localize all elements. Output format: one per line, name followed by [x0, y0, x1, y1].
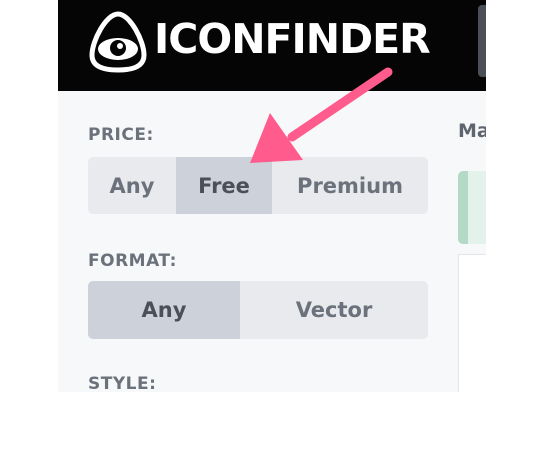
- format-filter: Any Vector: [88, 281, 428, 339]
- iconfinder-logo-icon[interactable]: [88, 11, 148, 73]
- format-option-any[interactable]: Any: [88, 281, 240, 339]
- iconfinder-page: ICONFINDER PRICE: Any Free Premium FORMA…: [58, 0, 486, 392]
- format-label: FORMAT:: [88, 251, 177, 271]
- content-card: [458, 254, 486, 392]
- price-label: PRICE:: [88, 125, 154, 145]
- format-option-vector[interactable]: Vector: [240, 281, 428, 339]
- price-option-any[interactable]: Any: [88, 157, 176, 214]
- style-label: STYLE:: [88, 374, 157, 392]
- price-filter: Any Free Premium: [88, 157, 428, 214]
- price-option-free[interactable]: Free: [176, 157, 272, 214]
- price-option-premium[interactable]: Premium: [272, 157, 428, 214]
- info-banner: [458, 171, 486, 244]
- header-button[interactable]: [478, 5, 486, 77]
- main-heading: Ma: [458, 120, 486, 142]
- site-header: ICONFINDER: [58, 0, 486, 91]
- brand-name[interactable]: ICONFINDER: [154, 14, 431, 64]
